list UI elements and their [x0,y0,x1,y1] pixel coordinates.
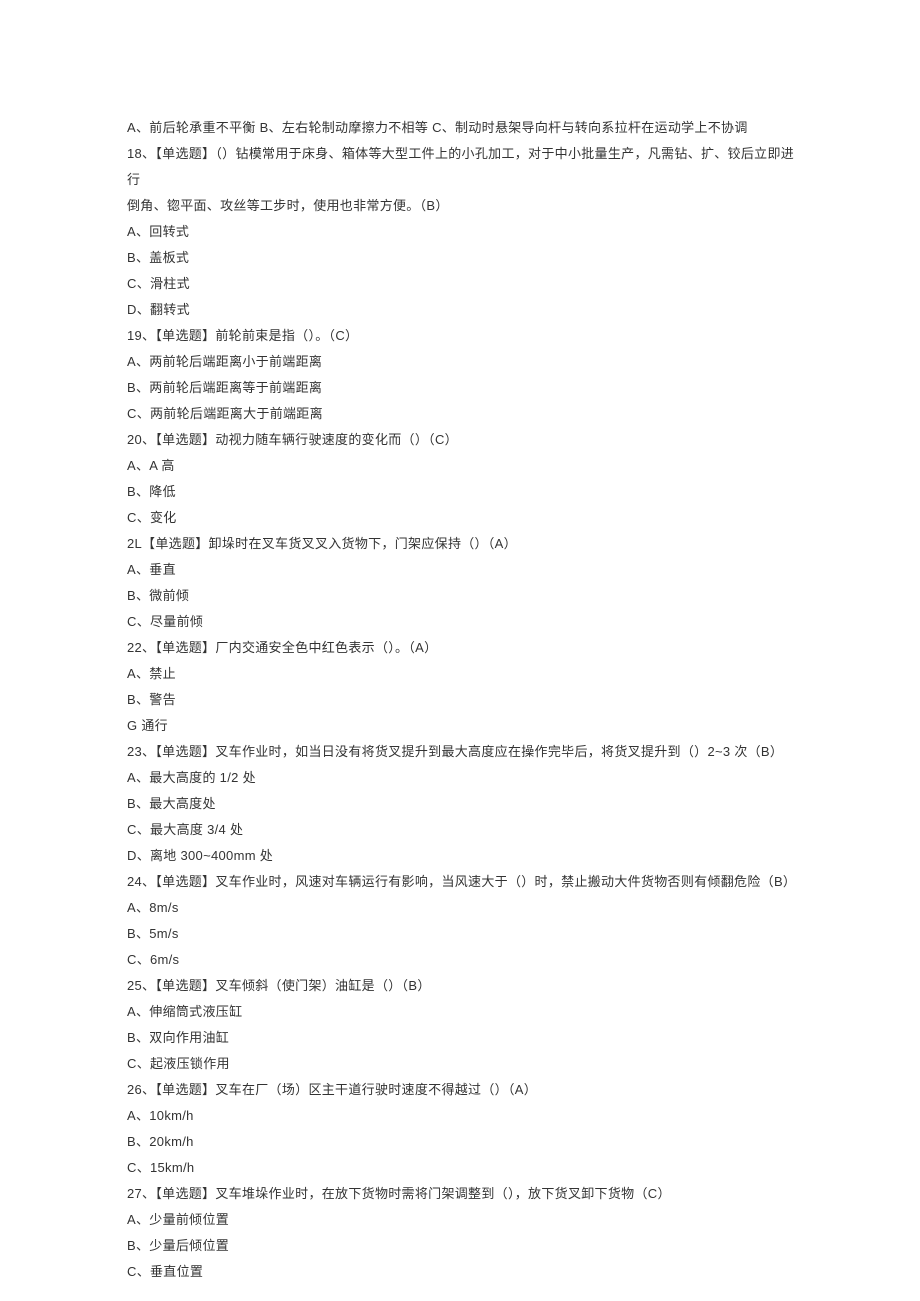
q23-option-a: A、最大高度的 1/2 处 [127,765,798,791]
q20-option-b: B、降低 [127,479,798,505]
q23-stem: 23、【单选题】叉车作业时，如当日没有将货叉提升到最大高度应在操作完毕后，将货叉… [127,739,798,765]
q19-option-c: C、两前轮后端距离大于前端距离 [127,401,798,427]
q21-option-a: A、垂直 [127,557,798,583]
q25-option-a: A、伸缩筒式液压缸 [127,999,798,1025]
q24-option-c: C、6m/s [127,947,798,973]
q24-option-b: B、5m/s [127,921,798,947]
q18-stem-line1: 18、【单选题】（）钻模常用于床身、箱体等大型工件上的小孔加工，对于中小批量生产… [127,141,798,193]
q19-option-a: A、两前轮后端距离小于前端距离 [127,349,798,375]
q23-option-c: C、最大高度 3/4 处 [127,817,798,843]
q24-option-a: A、8m/s [127,895,798,921]
q18-stem-line2: 倒角、锪平面、攻丝等工步时，使用也非常方便。（B） [127,193,798,219]
q25-option-b: B、双向作用油缸 [127,1025,798,1051]
q22-option-c: G 通行 [127,713,798,739]
q27-option-b: B、少量后倾位置 [127,1233,798,1259]
q19-option-b: B、两前轮后端距离等于前端距离 [127,375,798,401]
q27-option-a: A、少量前倾位置 [127,1207,798,1233]
q26-option-a: A、10km/h [127,1103,798,1129]
q21-option-c: C、尽量前倾 [127,609,798,635]
q17-options: A、前后轮承重不平衡 B、左右轮制动摩擦力不相等 C、制动时悬架导向杆与转向系拉… [127,115,798,141]
q25-stem: 25、【单选题】叉车倾斜（使门架）油缸是（）（B） [127,973,798,999]
q22-option-a: A、禁止 [127,661,798,687]
q18-option-b: B、盖板式 [127,245,798,271]
q26-option-c: C、15km/h [127,1155,798,1181]
q20-option-c: C、变化 [127,505,798,531]
q18-option-a: A、回转式 [127,219,798,245]
q23-option-d: D、离地 300~400mm 处 [127,843,798,869]
q21-stem: 2L【单选题】卸垛时在叉车货叉叉入货物下，门架应保持（）（A） [127,531,798,557]
q18-option-c: C、滑柱式 [127,271,798,297]
q20-stem: 20、【单选题】动视力随车辆行驶速度的变化而（）（C） [127,427,798,453]
q20-option-a: A、A 高 [127,453,798,479]
q27-stem: 27、【单选题】叉车堆垛作业时，在放下货物时需将门架调整到（），放下货叉卸下货物… [127,1181,798,1207]
q18-option-d: D、翻转式 [127,297,798,323]
q22-stem: 22、【单选题】厂内交通安全色中红色表示（）。（A） [127,635,798,661]
q26-stem: 26、【单选题】叉车在厂（场）区主干道行驶时速度不得越过（）（A） [127,1077,798,1103]
q24-stem: 24、【单选题】叉车作业时，风速对车辆运行有影响，当风速大于（）时，禁止搬动大件… [127,869,798,895]
q22-option-b: B、警告 [127,687,798,713]
q19-stem: 19、【单选题】前轮前束是指（）。（C） [127,323,798,349]
q25-option-c: C、起液压锁作用 [127,1051,798,1077]
q27-option-c: C、垂直位置 [127,1259,798,1285]
q26-option-b: B、20km/h [127,1129,798,1155]
q23-option-b: B、最大高度处 [127,791,798,817]
q21-option-b: B、微前倾 [127,583,798,609]
